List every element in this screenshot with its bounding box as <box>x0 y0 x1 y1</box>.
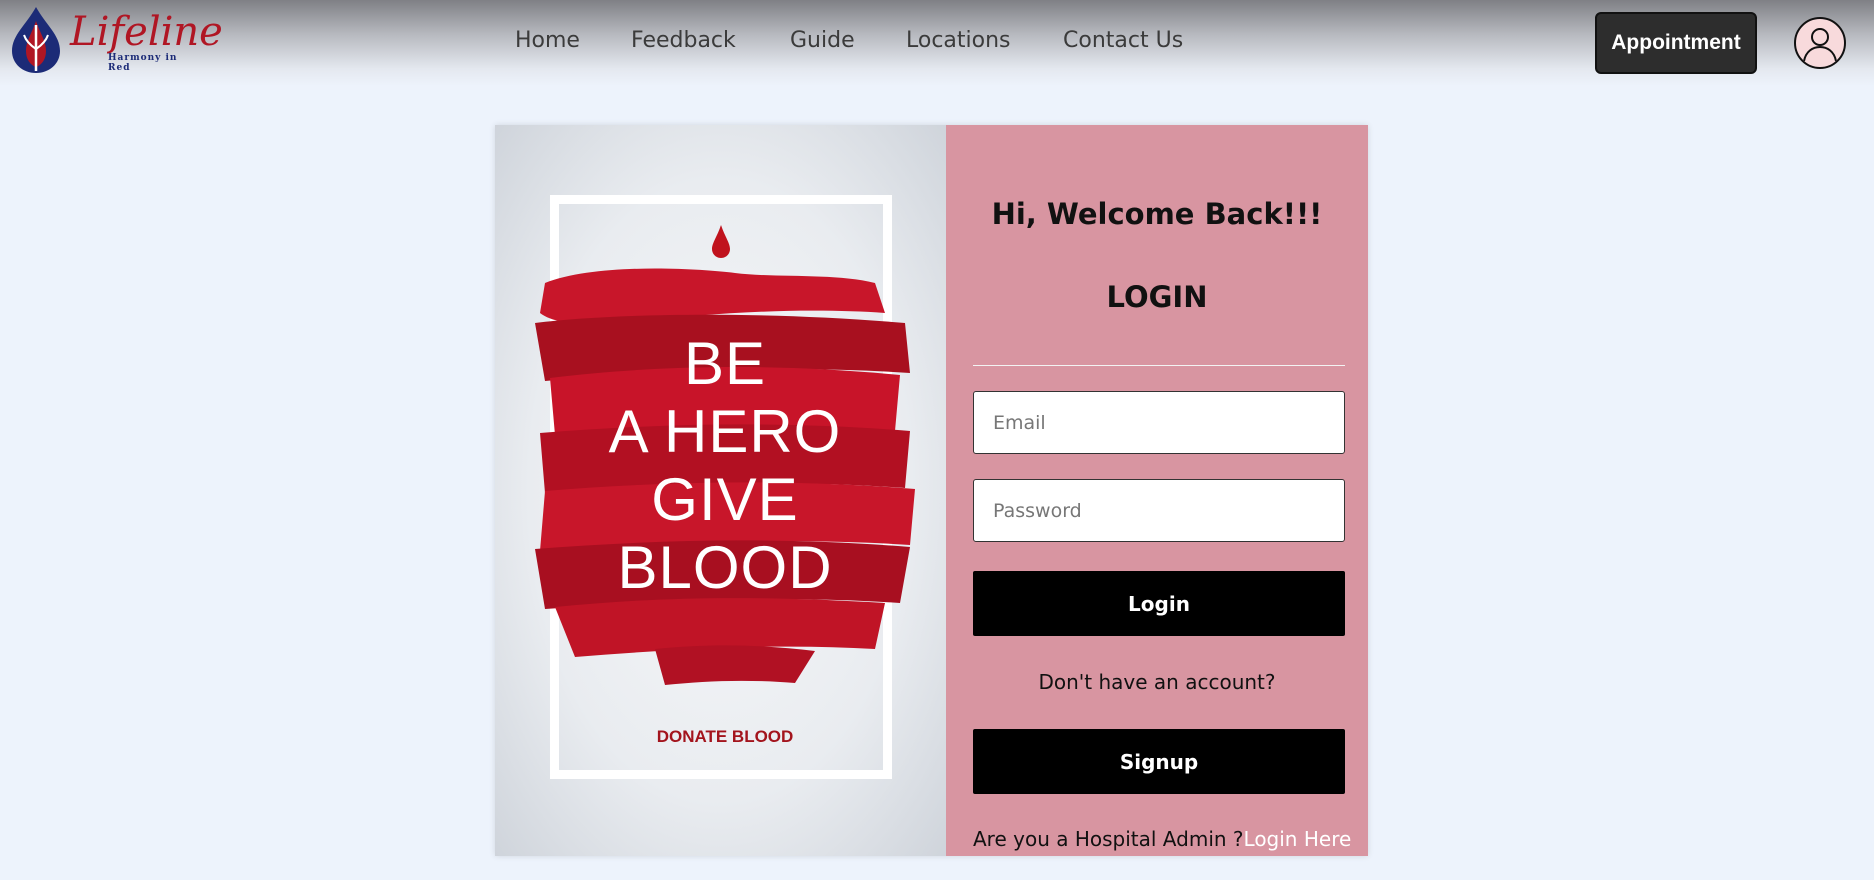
login-card: BE A HERO GIVE BLOOD DONATE BLOOD Hi, We… <box>495 125 1368 856</box>
poster-line-3: GIVE <box>651 466 799 533</box>
poster-line-4: BLOOD <box>617 534 833 601</box>
no-account-text: Don't have an account? <box>1038 670 1276 694</box>
form-divider <box>973 365 1345 366</box>
top-navbar: Lifeline Harmony in Red Home Feedback Gu… <box>0 0 1874 86</box>
login-button[interactable]: Login <box>973 571 1345 636</box>
user-avatar-icon <box>1803 28 1837 62</box>
nav-contact-us[interactable]: Contact Us <box>1063 26 1183 56</box>
nav-home[interactable]: Home <box>515 26 580 56</box>
signup-button[interactable]: Signup <box>973 729 1345 794</box>
admin-login-link[interactable]: Login Here <box>1244 827 1352 851</box>
brand-tagline: Harmony in Red <box>108 53 178 73</box>
admin-login-prompt: Are you a Hospital Admin ?Login Here <box>973 827 1353 851</box>
login-form-panel: Hi, Welcome Back!!! LOGIN Login Don't ha… <box>946 125 1368 856</box>
password-field[interactable] <box>973 479 1345 542</box>
email-field[interactable] <box>973 391 1345 454</box>
welcome-heading: Hi, Welcome Back!!! <box>991 197 1323 231</box>
login-title: LOGIN <box>1106 280 1208 314</box>
poster-line-2: A HERO <box>608 398 842 465</box>
profile-avatar[interactable] <box>1794 17 1846 69</box>
poster-cta: DONATE BLOOD <box>656 727 794 746</box>
nav-feedback[interactable]: Feedback <box>631 26 736 56</box>
admin-prompt-text: Are you a Hospital Admin ? <box>973 827 1244 851</box>
brand-name: Lifeline <box>70 9 223 55</box>
nav-guide[interactable]: Guide <box>790 26 855 56</box>
blood-drop-leaf-icon <box>12 7 60 73</box>
poster-line-1: BE <box>683 330 767 397</box>
donate-blood-poster: BE A HERO GIVE BLOOD DONATE BLOOD <box>495 125 946 856</box>
poster-headline: BE A HERO GIVE BLOOD <box>575 330 875 602</box>
nav-locations[interactable]: Locations <box>906 26 1011 56</box>
appointment-button[interactable]: Appointment <box>1595 12 1757 74</box>
brand-logo[interactable]: Lifeline Harmony in Red <box>8 5 223 75</box>
